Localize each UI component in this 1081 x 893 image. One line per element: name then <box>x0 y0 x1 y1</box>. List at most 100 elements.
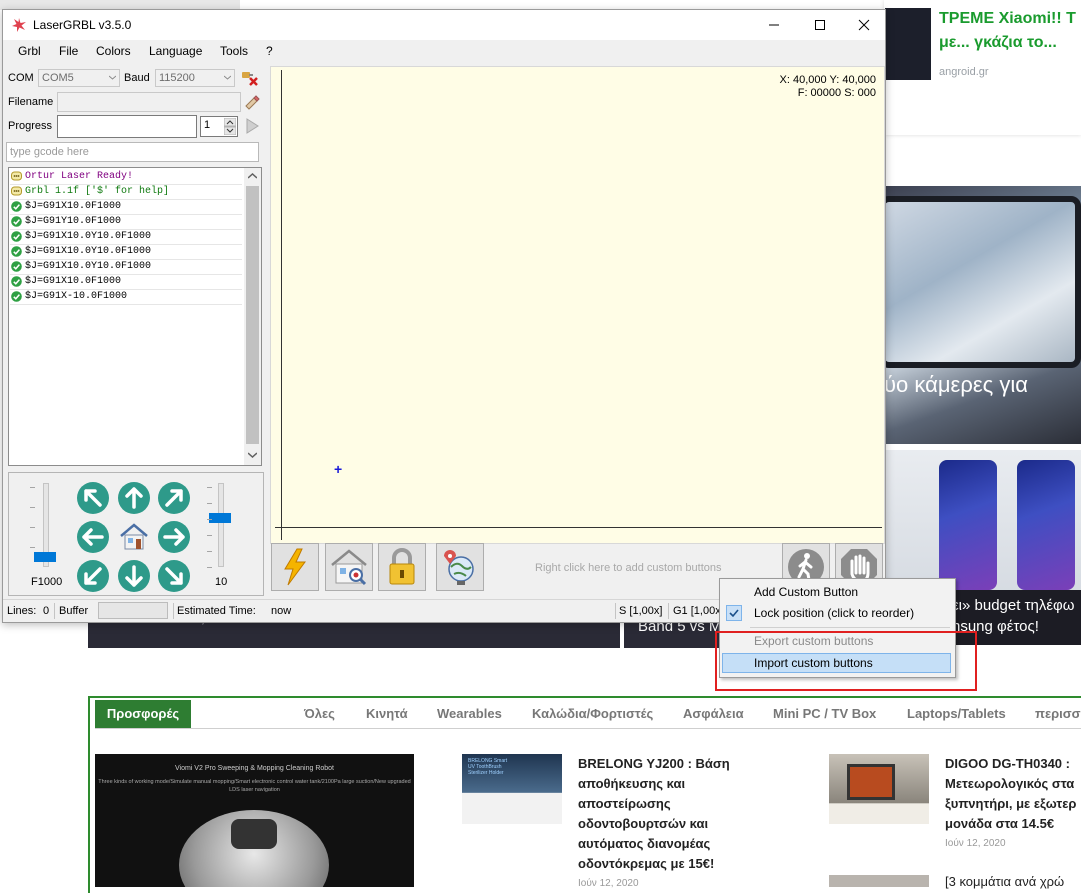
step-value: 10 <box>215 576 228 588</box>
scroll-down-icon[interactable] <box>248 452 257 458</box>
step-slider-thumb[interactable] <box>209 513 231 523</box>
website-category-all[interactable]: Όλες <box>304 706 335 721</box>
slider-tick <box>207 551 212 552</box>
jog-right-button[interactable] <box>157 520 191 554</box>
website-top-article-headline[interactable]: ΤΡΕΜΕ Xiaomi!! Τ με... γκάζια το... <box>939 7 1081 55</box>
log-row[interactable]: $J=G91X10.0F1000 <box>10 199 242 215</box>
log-row[interactable]: $J=G91X10.0Y10.0F1000 <box>10 229 242 245</box>
website-article3-thumbnail[interactable] <box>829 754 929 824</box>
menu-lock-position[interactable]: Lock position (click to reorder) <box>722 603 951 623</box>
power-laser-button[interactable] <box>271 543 319 591</box>
ok-icon <box>11 231 22 242</box>
speed-slider-thumb[interactable] <box>34 552 56 562</box>
progress-count-stepper[interactable]: 1 <box>200 116 238 137</box>
title-bar[interactable]: LaserGRBL v3.5.0 <box>3 10 885 40</box>
jog-panel: F1000 10 <box>8 472 264 596</box>
log-row-text: $J=G91X10.0Y10.0F1000 <box>25 261 152 272</box>
log-row-text: $J=G91X10.0Y10.0F1000 <box>25 246 152 257</box>
jog-up-left-button[interactable] <box>76 481 110 515</box>
homing-button[interactable] <box>325 543 373 591</box>
speed-value: F1000 <box>31 576 63 588</box>
menu-add-custom-button-label: Add Custom Button <box>754 585 859 599</box>
menu-grbl[interactable]: Grbl <box>18 44 41 58</box>
website-article2-thumbnail[interactable]: BRELONG Smart UV ToothBrush Sterilizer H… <box>462 754 562 824</box>
website-category-wearables[interactable]: Wearables <box>437 706 502 721</box>
minimize-button[interactable] <box>751 10 797 40</box>
website-article2-title[interactable]: BRELONG YJ200 : Βάση αποθήκευσης και απο… <box>578 754 753 874</box>
preview-canvas[interactable]: X: 40,000 Y: 40,000 F: 00000 S: 000 <box>270 66 885 544</box>
jog-left-button[interactable] <box>76 520 110 554</box>
log-row[interactable]: $J=G91X10.0Y10.0F1000 <box>10 259 242 275</box>
log-row-text: Grbl 1.1f ['$' for help] <box>25 186 170 197</box>
canvas-x-axis <box>275 527 882 528</box>
website-hero-image[interactable] <box>879 186 1081 444</box>
open-file-icon[interactable] <box>243 93 261 111</box>
gcode-input[interactable]: type gcode here <box>6 142 259 162</box>
info-icon <box>11 171 22 181</box>
baud-select[interactable]: 115200 <box>155 69 235 87</box>
run-play-icon[interactable] <box>243 117 261 135</box>
log-row[interactable]: $J=G91Y10.0F1000 <box>10 214 242 230</box>
lightning-icon <box>284 548 306 586</box>
jog-up-button[interactable] <box>117 481 151 515</box>
log-scrollbar[interactable] <box>244 168 261 465</box>
log-row[interactable]: Grbl 1.1f ['$' for help] <box>10 184 242 200</box>
log-scrollbar-thumb[interactable] <box>246 186 259 444</box>
stepper-arrows-icon[interactable] <box>224 118 236 135</box>
ok-icon <box>11 201 22 212</box>
scroll-up-icon[interactable] <box>248 173 257 179</box>
slider-tick <box>207 503 212 504</box>
website-hero-caption[interactable]: ύο κάμερες για <box>884 372 1028 398</box>
website-category-more[interactable]: περισσ <box>1035 706 1081 721</box>
menu-tools[interactable]: Tools <box>220 44 248 58</box>
jog-down-right-button[interactable] <box>157 559 191 593</box>
website-article4-thumbnail[interactable] <box>829 875 929 887</box>
status-separator <box>173 603 174 619</box>
log-row[interactable]: $J=G91X10.0F1000 <box>10 274 242 290</box>
s-override[interactable]: S [1,00x] <box>619 605 662 617</box>
g1-override[interactable]: G1 [1,00x <box>673 605 721 617</box>
website-top-article-thumbnail[interactable] <box>885 8 931 80</box>
lasergrbl-window: LaserGRBL v3.5.0 Grbl File Colors Langua… <box>2 9 886 623</box>
jog-up-right-button[interactable] <box>157 481 191 515</box>
maximize-button[interactable] <box>797 10 843 40</box>
menu-file[interactable]: File <box>59 44 78 58</box>
highlight-annotation-box <box>715 631 977 691</box>
menu-add-custom-button[interactable]: Add Custom Button <box>722 582 951 602</box>
filename-field[interactable] <box>57 92 241 112</box>
website-article3-title[interactable]: DIGOO DG-TH0340 : Μετεωρολογικός στα ξυπ… <box>945 754 1081 834</box>
log-row[interactable]: $J=G91X10.0Y10.0F1000 <box>10 244 242 260</box>
website-category-cables[interactable]: Καλώδια/Φορτιστές <box>532 706 653 721</box>
unlock-button[interactable] <box>378 543 426 591</box>
com-port-select[interactable]: COM5 <box>38 69 120 87</box>
progress-count-value: 1 <box>204 119 211 131</box>
jog-down-left-button[interactable] <box>76 559 110 593</box>
menu-colors[interactable]: Colors <box>96 44 131 58</box>
step-slider-track[interactable] <box>218 483 224 567</box>
menu-help[interactable]: ? <box>266 44 273 58</box>
connect-icon[interactable] <box>240 68 258 86</box>
ok-icon <box>11 261 22 272</box>
info-icon <box>11 186 22 196</box>
website-robot-image[interactable]: Viomi V2 Pro Sweeping & Mopping Cleaning… <box>95 754 414 887</box>
website-phones-caption-line1[interactable]: ει» budget τηλέφω <box>952 597 1074 614</box>
lasergrbl-logo-icon <box>12 18 26 32</box>
menu-bar: Grbl File Colors Language Tools ? <box>3 40 885 62</box>
close-button[interactable] <box>841 10 887 40</box>
website-category-phones[interactable]: Κινητά <box>366 706 408 721</box>
log-row-text: $J=G91X-10.0F1000 <box>25 291 128 302</box>
log-row[interactable]: $J=G91X-10.0F1000 <box>10 289 242 305</box>
slider-tick <box>30 547 35 548</box>
website-category-minipc[interactable]: Mini PC / TV Box <box>773 706 876 721</box>
custom-buttons-hint[interactable]: Right click here to add custom buttons <box>535 562 721 574</box>
slider-tick <box>207 487 212 488</box>
command-log[interactable]: Ortur Laser Ready! Grbl 1.1f ['$' for hel… <box>8 167 262 466</box>
menu-language[interactable]: Language <box>149 44 202 58</box>
jog-down-button[interactable] <box>117 559 151 593</box>
website-offers-tab[interactable]: Προσφορές <box>95 700 191 728</box>
set-origin-button[interactable] <box>436 543 484 591</box>
website-category-security[interactable]: Ασφάλεια <box>683 706 744 721</box>
home-icon[interactable] <box>117 520 151 554</box>
log-row[interactable]: Ortur Laser Ready! <box>10 169 242 185</box>
website-category-laptops[interactable]: Laptops/Tablets <box>907 706 1006 721</box>
